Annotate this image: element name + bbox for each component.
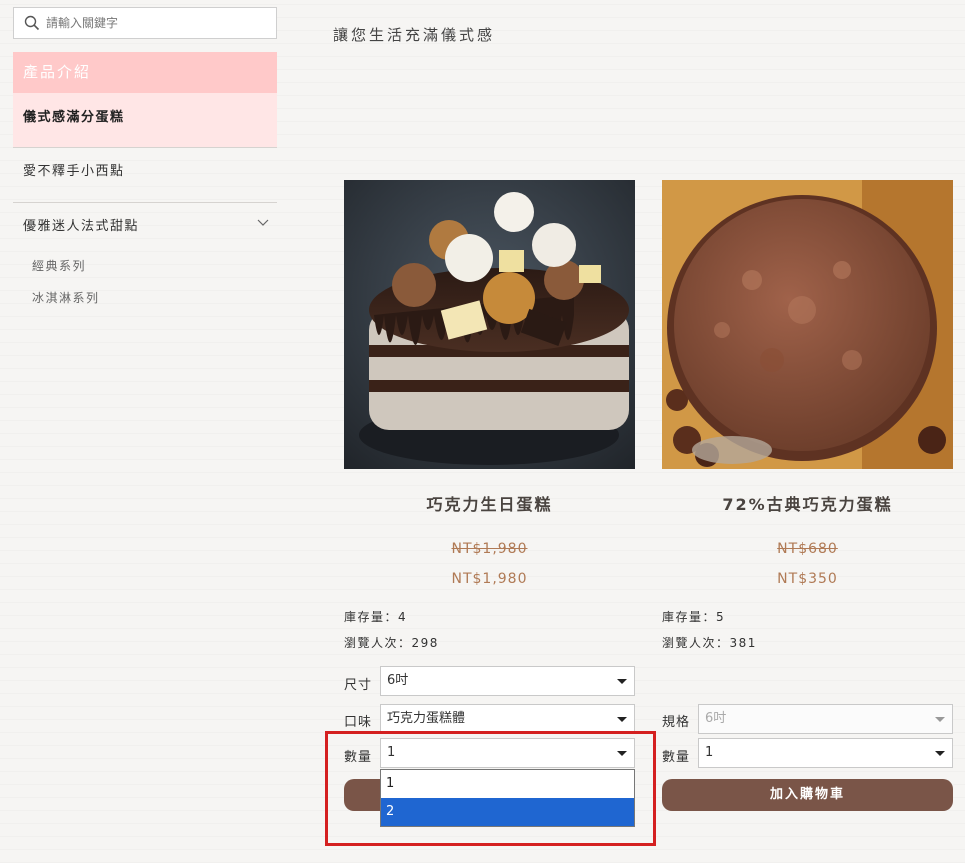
caret-down-icon — [617, 751, 627, 756]
sidebar-item-french-desserts[interactable]: 優雅迷人法式甜點 — [13, 202, 277, 256]
spec-label: 規格 — [662, 715, 691, 730]
page-title: 讓您生活充滿儀式感 — [333, 26, 496, 44]
add-to-cart-button[interactable]: 加入購物車 — [662, 779, 953, 811]
flavor-select[interactable]: 巧克力蛋糕體 — [380, 704, 635, 734]
category-header: 產品介紹 — [13, 52, 277, 93]
quantity-select-value: 1 — [387, 745, 396, 760]
caret-down-icon — [935, 751, 945, 756]
sidebar-item-small-pastries[interactable]: 愛不釋手小西點 — [13, 147, 277, 201]
product-card: 72%古典巧克力蛋糕 NT$680 NT$350 庫存量：5 瀏覽人次：381 … — [662, 180, 953, 811]
view-count: 瀏覽人次：298 — [344, 636, 439, 650]
quantity-label: 數量 — [344, 750, 373, 765]
search-icon — [24, 15, 40, 31]
product-sale-price: NT$1,980 — [451, 571, 528, 587]
flavor-select-value: 巧克力蛋糕體 — [387, 711, 466, 726]
flavor-label: 口味 — [344, 715, 373, 730]
sidebar-item-ritual-cakes[interactable]: 儀式感滿分蛋糕 — [13, 93, 277, 147]
quantity-select-value: 1 — [705, 745, 714, 760]
size-select-value: 6吋 — [387, 673, 409, 688]
view-count: 瀏覽人次：381 — [662, 636, 757, 650]
quantity-select[interactable]: 1 — [380, 738, 635, 768]
product-sale-price: NT$350 — [777, 571, 838, 587]
dropdown-option-selected[interactable]: 2 — [381, 798, 634, 826]
caret-down-icon — [617, 679, 627, 684]
product-card: 巧克力生日蛋糕 NT$1,980 NT$1,980 庫存量：4 瀏覽人次：298… — [344, 180, 635, 811]
product-image-classic-chocolate-cake[interactable] — [662, 180, 953, 469]
product-name[interactable]: 巧克力生日蛋糕 — [344, 491, 635, 515]
sidebar-item-label: 優雅迷人法式甜點 — [23, 219, 140, 234]
stock-count: 庫存量：4 — [344, 610, 408, 624]
search-box[interactable] — [13, 7, 277, 39]
sidebar-subitem-ice-cream[interactable]: 冰淇淋系列 — [32, 289, 100, 306]
quantity-select[interactable]: 1 — [698, 738, 953, 768]
product-image-chocolate-birthday-cake[interactable] — [344, 180, 635, 469]
sidebar-subitem-classic[interactable]: 經典系列 — [32, 257, 86, 274]
search-input[interactable] — [46, 16, 266, 30]
size-label: 尺寸 — [344, 678, 373, 693]
spec-select-value: 6吋 — [705, 711, 727, 726]
size-select[interactable]: 6吋 — [380, 666, 635, 696]
quantity-label: 數量 — [662, 750, 691, 765]
product-name[interactable]: 72%古典巧克力蛋糕 — [662, 491, 953, 515]
caret-down-icon — [935, 717, 945, 722]
stock-count: 庫存量：5 — [662, 610, 726, 624]
product-original-price: NT$680 — [777, 541, 838, 557]
quantity-dropdown-list[interactable]: 1 2 — [380, 769, 635, 827]
product-original-price: NT$1,980 — [451, 541, 528, 557]
spec-select[interactable]: 6吋 — [698, 704, 953, 734]
chevron-down-icon[interactable] — [257, 216, 269, 228]
caret-down-icon — [617, 717, 627, 722]
dropdown-option[interactable]: 1 — [381, 770, 634, 798]
